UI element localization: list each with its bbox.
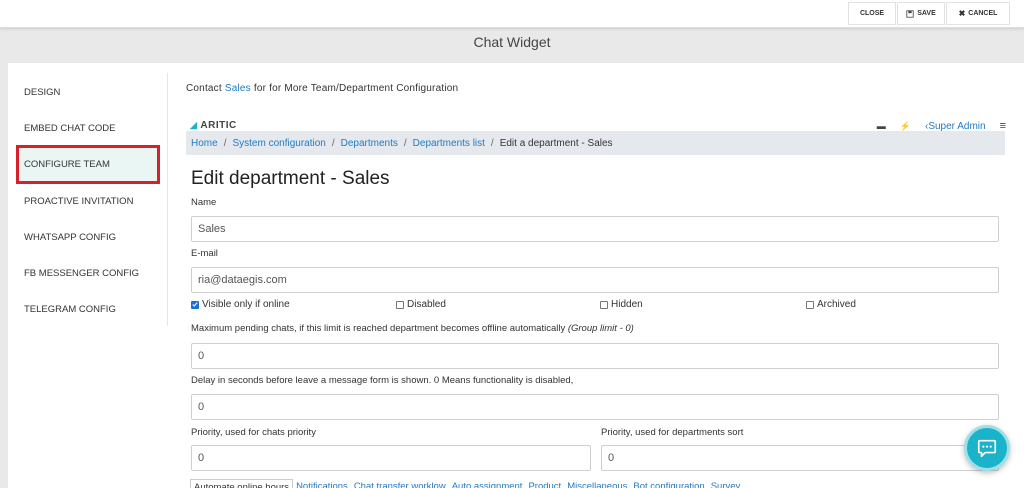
name-field[interactable]: Sales	[191, 216, 999, 242]
email-field[interactable]: ria@dataegis.com	[191, 267, 999, 293]
chat-bubble-icon	[977, 439, 997, 458]
breadcrumb-system-configuration[interactable]: System configuration	[232, 138, 325, 149]
sort-priority-label: Priority, used for departments sort	[601, 427, 744, 438]
close-icon: ✖	[958, 9, 966, 18]
breadcrumb-departments[interactable]: Departments	[341, 138, 398, 149]
sidebar-item-telegram-config[interactable]: TELEGRAM CONFIG	[24, 304, 116, 315]
logo-mark-icon: ◢	[190, 120, 198, 130]
checkbox-icon	[600, 300, 608, 309]
sidebar-item-proactive-invitation[interactable]: PROACTIVE INVITATION	[24, 196, 133, 207]
name-label: Name	[191, 197, 217, 208]
max-pending-field[interactable]: 0	[191, 343, 999, 369]
message-icon[interactable]: ▬	[877, 121, 886, 131]
save-icon	[906, 9, 914, 18]
tab-automate-online-hours[interactable]: Automate online hours	[190, 479, 294, 488]
contact-line: Contact Sales for for More Team/Departme…	[186, 83, 459, 94]
breadcrumb: Home / System configuration / Department…	[186, 131, 1005, 155]
tab-chat-transfer-worklow[interactable]: Chat transfer worklow	[351, 479, 449, 488]
delay-label: Delay in seconds before leave a message …	[191, 375, 574, 386]
delay-field[interactable]: 0	[191, 394, 999, 420]
chat-widget-button[interactable]	[964, 425, 1010, 471]
breadcrumb-home[interactable]: Home	[191, 138, 218, 149]
priority-label: Priority, used for chats priority	[191, 427, 316, 438]
content-panel: DESIGN EMBED CHAT CODE CONFIGURE TEAM PR…	[8, 63, 1024, 488]
app-logo: ◢ ARITIC	[190, 120, 237, 131]
flash-icon[interactable]: ⚡	[900, 121, 911, 132]
sidebar-item-embed-chat-code[interactable]: EMBED CHAT CODE	[24, 123, 116, 134]
sidebar-item-design[interactable]: DESIGN	[24, 87, 60, 98]
sidebar-item-fb-messenger-config[interactable]: FB MESSENGER CONFIG	[24, 268, 139, 279]
tab-survey[interactable]: Survey	[708, 479, 744, 488]
tab-auto-assignment[interactable]: Auto assignment	[449, 479, 526, 488]
email-label: E-mail	[191, 248, 218, 259]
cancel-button[interactable]: ✖ CANCEL	[946, 2, 1010, 25]
sidebar-item-whatsapp-config[interactable]: WHATSAPP CONFIG	[24, 232, 116, 243]
tab-bot-configuration[interactable]: Bot configuration	[630, 479, 707, 488]
close-button[interactable]: CLOSE	[848, 2, 896, 25]
priority-field[interactable]: 0	[191, 445, 591, 471]
form-heading: Edit department - Sales	[191, 168, 390, 189]
disabled-checkbox[interactable]: Disabled	[396, 299, 446, 310]
hidden-checkbox[interactable]: Hidden	[600, 299, 643, 310]
user-menu[interactable]: ‹Super Admin	[925, 121, 986, 132]
sidebar-item-configure-team[interactable]: CONFIGURE TEAM	[24, 159, 110, 170]
archived-checkbox[interactable]: Archived	[806, 299, 856, 310]
main-content: Contact Sales for for More Team/Departme…	[186, 63, 1016, 488]
top-toolbar: CLOSE SAVE ✖ CANCEL	[0, 0, 1024, 28]
checkbox-icon	[396, 300, 404, 309]
checkbox-checked-icon	[191, 300, 199, 309]
department-tabs: Automate online hours Notifications Chat…	[190, 479, 743, 488]
sales-link[interactable]: Sales	[225, 83, 251, 94]
max-pending-label: Maximum pending chats, if this limit is …	[191, 323, 634, 334]
visible-only-if-online-checkbox[interactable]: Visible only if online	[191, 299, 290, 310]
tab-miscellaneous[interactable]: Miscellaneous	[564, 479, 630, 488]
checkbox-icon	[806, 300, 814, 309]
tab-product[interactable]: Product	[525, 479, 564, 488]
breadcrumb-current: Edit a department - Sales	[499, 137, 613, 149]
save-button[interactable]: SAVE	[897, 2, 945, 25]
sort-priority-field[interactable]: 0	[601, 445, 999, 471]
sidebar-divider	[167, 73, 168, 326]
page-title: Chat Widget	[473, 34, 551, 50]
breadcrumb-departments-list[interactable]: Departments list	[413, 138, 485, 149]
tab-notifications[interactable]: Notifications	[293, 479, 351, 488]
